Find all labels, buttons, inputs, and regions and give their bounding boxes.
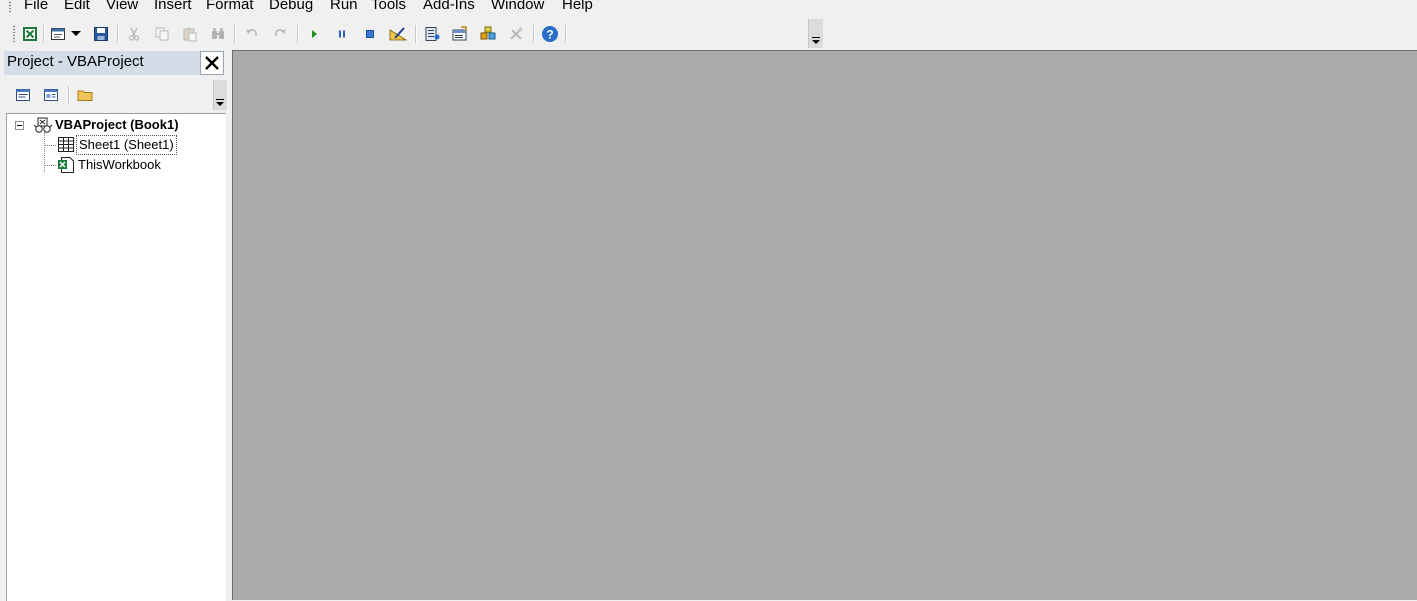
undo-button[interactable] [241,23,263,45]
menu-format[interactable]: Format [206,0,254,15]
toolbar-options-button[interactable] [808,19,823,48]
reset-icon [366,30,374,38]
excel-icon [23,27,37,41]
properties-window-button[interactable] [449,23,471,45]
run-icon [312,30,317,38]
toolbar-options-bar [812,37,820,38]
code-window-area [232,50,1417,600]
menu-bar-grip[interactable] [8,1,12,13]
insert-dropdown-button[interactable] [69,23,83,45]
toolbar-separator [297,25,299,43]
standard-toolbar: ? [0,19,823,48]
chevron-down-icon [216,102,224,106]
toolbar-separator [415,25,417,43]
tree-node-vbaproject[interactable]: VBAProject (Book1) [33,116,181,134]
redo-icon [275,29,286,37]
break-button[interactable] [331,23,353,45]
project-explorer-pane: Project - VBAProject VBAProject (Book1) … [0,50,228,601]
design-mode-icon [389,27,407,41]
pane-toolbar-separator [68,86,70,104]
tree-node-label: VBAProject (Book1) [55,117,179,132]
pane-options-bar [216,99,224,100]
dropdown-arrow-icon [71,31,81,36]
view-object-icon [44,89,58,101]
toolbar-separator [117,25,119,43]
menu-debug[interactable]: Debug [269,0,313,15]
tree-connector [44,132,45,172]
insert-userform-button[interactable] [47,23,69,45]
toolbar-empty-area [569,22,807,46]
view-code-icon [16,89,30,101]
project-pane-toolbar [4,80,226,110]
menu-help[interactable]: Help [562,0,593,15]
view-code-button[interactable] [12,84,34,106]
menu-tools[interactable]: Tools [371,0,406,15]
pane-toolbar-options-button[interactable] [213,80,227,110]
insert-userform-icon [51,28,65,40]
svg-text:?: ? [546,28,553,42]
design-mode-button[interactable] [387,23,409,45]
object-browser-icon [480,26,496,40]
tree-node-thisworkbook[interactable]: ThisWorkbook [56,156,163,174]
menu-addins[interactable]: Add-Ins [423,0,475,15]
break-icon [339,30,345,38]
copy-icon [155,27,169,41]
worksheet-icon [58,137,74,152]
toolbar-separator [234,25,236,43]
help-icon: ? [542,26,558,42]
toolbox-button[interactable] [505,23,527,45]
tree-connector [44,165,56,166]
help-button[interactable]: ? [539,23,561,45]
project-explorer-icon [425,27,440,41]
cut-button[interactable] [123,23,145,45]
find-button[interactable] [207,23,229,45]
menu-edit[interactable]: Edit [64,0,90,15]
toggle-folders-icon [77,90,93,101]
toolbar-separator [533,25,535,43]
menu-insert[interactable]: Insert [154,0,192,15]
workbook-icon [58,157,74,173]
copy-button[interactable] [151,23,173,45]
menu-file[interactable]: File [24,0,48,15]
menu-view[interactable]: View [106,0,138,15]
tree-node-sheet1[interactable]: Sheet1 (Sheet1) [56,135,177,155]
object-browser-button[interactable] [477,23,499,45]
properties-window-icon [452,26,467,41]
toolbox-icon [510,27,523,40]
chevron-down-icon [812,40,820,44]
menu-window[interactable]: Window [491,0,544,15]
toolbar-separator [43,25,45,43]
project-tree: VBAProject (Book1) Sheet1 (Sheet1) ThisW… [6,113,226,601]
project-pane-close-button[interactable] [200,51,224,75]
tree-node-label: ThisWorkbook [78,157,161,172]
close-icon [205,56,219,70]
menu-run[interactable]: Run [330,0,358,15]
run-sub-button[interactable] [303,23,325,45]
paste-icon [183,27,197,42]
reset-button[interactable] [359,23,381,45]
toolbar-grip[interactable] [12,25,16,43]
project-explorer-button[interactable] [421,23,443,45]
cut-icon [128,27,140,41]
redo-button[interactable] [269,23,291,45]
paste-button[interactable] [179,23,201,45]
view-excel-button[interactable] [19,23,41,45]
vba-project-icon [33,117,53,133]
toolbar-separator [565,25,567,43]
view-object-button[interactable] [40,84,62,106]
menu-bar: File Edit View Insert Format Debug Run T… [0,0,1417,15]
collapse-toggle-icon[interactable] [15,121,24,130]
save-icon [94,27,108,41]
tree-node-label: Sheet1 (Sheet1) [76,135,177,155]
tree-connector [44,145,56,146]
save-button[interactable] [90,23,112,45]
toggle-folders-button[interactable] [74,84,96,106]
find-icon [212,28,224,39]
project-pane-title[interactable]: Project - VBAProject [4,51,202,75]
undo-icon [246,29,257,37]
